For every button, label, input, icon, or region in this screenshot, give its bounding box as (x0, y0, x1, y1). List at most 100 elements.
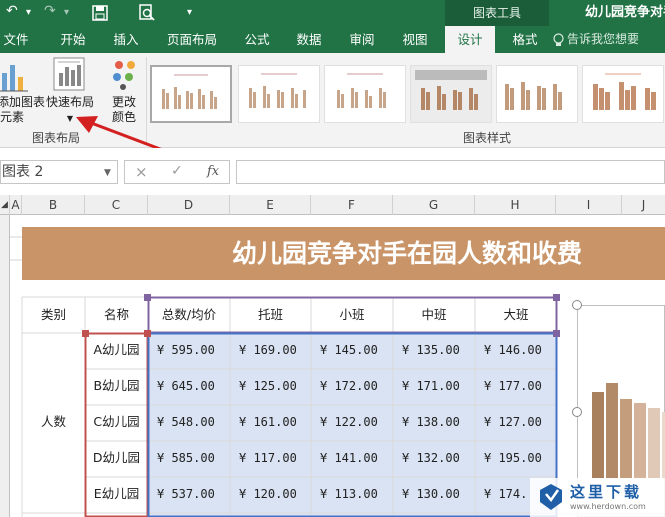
formula-bar: 图表 2 ▼ × ✓ fx (0, 148, 665, 195)
change-colors-label: 更改 (111, 95, 136, 109)
enter-icon[interactable]: ✓ (171, 163, 183, 179)
window-title: 幼儿园竞争对手 (585, 5, 665, 20)
header-small[interactable]: 小班 (311, 297, 393, 333)
quick-layout-label: 快速布局 (45, 95, 94, 109)
redo-dropdown-icon[interactable]: ▾ (64, 7, 69, 18)
title-bar: ↶ ▾ ↷ ▾ ▾ 图表工具 幼儿园竞争对手 (0, 0, 665, 26)
value-cell[interactable]: ¥ 141.00 (320, 441, 393, 475)
value-cell[interactable]: ¥ 645.00 (157, 369, 230, 403)
chart-bar (620, 398, 632, 478)
column-header-j[interactable]: J (622, 195, 665, 215)
header-large[interactable]: 大班 (475, 297, 557, 333)
chart-bar (606, 383, 618, 478)
chart-style-thumb-6[interactable] (582, 65, 664, 123)
tab-formulas[interactable]: 公式 (236, 26, 278, 53)
insert-function-icon[interactable]: fx (207, 164, 219, 179)
tab-format[interactable]: 格式 (504, 26, 546, 53)
value-cell[interactable]: ¥ 146.00 (484, 333, 557, 367)
column-header-a[interactable]: A (10, 195, 22, 215)
header-toddler[interactable]: 托班 (230, 297, 311, 333)
tab-home[interactable]: 开始 (52, 26, 94, 53)
add-chart-element-label: 添加图表 (0, 95, 46, 109)
tab-data[interactable]: 数据 (288, 26, 330, 53)
value-cell[interactable]: ¥ 125.00 (239, 369, 311, 403)
header-name[interactable]: 名称 (85, 297, 148, 333)
worksheet-grid[interactable]: 幼儿园竞争对手在园人数和收费 类别 名称 总数/均价 托班 小班 中班 大班 人… (0, 215, 665, 517)
chart-bar (648, 407, 660, 478)
value-cell[interactable]: ¥ 135.00 (402, 333, 475, 367)
value-cell[interactable]: ¥ 138.00 (402, 405, 475, 439)
print-preview-icon[interactable] (138, 4, 156, 22)
name-box[interactable]: 图表 2 (0, 160, 118, 184)
tab-page-layout[interactable]: 页面布局 (160, 26, 224, 53)
chart-style-preview (593, 73, 656, 110)
tab-design[interactable]: 设计 (445, 26, 495, 53)
tell-me-search[interactable]: 告诉我您想要 (567, 26, 639, 53)
undo-dropdown-icon[interactable]: ▾ (26, 7, 31, 18)
header-total[interactable]: 总数/均价 (148, 297, 230, 333)
watermark-url: www.herdown.com (570, 502, 646, 511)
add-chart-element-button[interactable]: 添加图表 元素 (0, 57, 46, 125)
value-cell[interactable]: ¥ 595.00 (157, 333, 230, 367)
value-cell[interactable]: ¥ 113.00 (320, 477, 393, 511)
tab-file[interactable]: 文件 (0, 26, 32, 53)
tab-view[interactable]: 视图 (394, 26, 436, 53)
chart-style-thumb-5[interactable] (496, 65, 578, 123)
save-icon[interactable] (92, 5, 108, 21)
value-cell[interactable]: ¥ 145.00 (320, 333, 393, 367)
value-cell[interactable]: ¥ 537.00 (157, 477, 230, 511)
value-cell[interactable]: ¥ 172.00 (320, 369, 393, 403)
kindergarten-name-cell[interactable]: E幼儿园 (85, 477, 148, 511)
watermark-text: 这里下载 (570, 483, 643, 501)
name-box-dropdown-icon[interactable]: ▼ (104, 168, 111, 178)
cancel-icon[interactable]: × (135, 163, 148, 181)
value-cell[interactable]: ¥ 122.00 (320, 405, 393, 439)
column-header-d[interactable]: D (148, 195, 230, 215)
value-cell[interactable]: ¥ 195.00 (484, 441, 557, 475)
kindergarten-name-cell[interactable]: B幼儿园 (85, 369, 148, 403)
chart-style-thumb-3[interactable] (324, 65, 406, 123)
chart-plot-area (592, 368, 665, 478)
value-cell[interactable]: ¥ 117.00 (239, 441, 311, 475)
value-cell[interactable]: ¥ 127.00 (484, 405, 557, 439)
redo-icon[interactable]: ↷ (44, 3, 56, 19)
tab-review[interactable]: 审阅 (341, 26, 383, 53)
chart-resize-handle[interactable] (572, 300, 582, 310)
header-middle[interactable]: 中班 (393, 297, 475, 333)
chart-bar (592, 392, 604, 478)
kindergarten-name-cell[interactable]: D幼儿园 (85, 441, 148, 475)
column-header-h[interactable]: H (475, 195, 556, 215)
watermark-logo (540, 484, 562, 510)
column-header-f[interactable]: F (311, 195, 393, 215)
watermark: 这里下载 www.herdown.com (530, 478, 665, 517)
column-header-c[interactable]: C (85, 195, 148, 215)
value-cell[interactable]: ¥ 130.00 (402, 477, 475, 511)
undo-icon[interactable]: ↶ (6, 3, 18, 19)
category-cell[interactable]: 人数 (22, 405, 85, 439)
header-category[interactable]: 类别 (22, 297, 85, 333)
excel-window: ↶ ▾ ↷ ▾ ▾ 图表工具 幼儿园竞争对手 文件 开始 插入 页面布局 公式 … (0, 0, 665, 517)
value-cell[interactable]: ¥ 161.00 (239, 405, 311, 439)
value-cell[interactable]: ¥ 177.00 (484, 369, 557, 403)
value-cell[interactable]: ¥ 120.00 (239, 477, 311, 511)
value-cell[interactable]: ¥ 169.00 (239, 333, 311, 367)
kindergarten-name-cell[interactable]: C幼儿园 (85, 405, 148, 439)
quick-layout-icon (53, 57, 85, 91)
select-all-corner[interactable]: ◢ (0, 195, 10, 215)
value-cell[interactable]: ¥ 548.00 (157, 405, 230, 439)
column-header-i[interactable]: I (556, 195, 622, 215)
value-cell[interactable]: ¥ 132.00 (402, 441, 475, 475)
chart-style-thumb-4[interactable] (410, 65, 492, 123)
value-cell[interactable]: ¥ 585.00 (157, 441, 230, 475)
formula-input[interactable] (236, 160, 665, 184)
column-header-b[interactable]: B (22, 195, 85, 215)
tab-insert[interactable]: 插入 (105, 26, 147, 53)
column-headers: ◢ A B C D E F G H I J (0, 195, 665, 215)
chart-resize-handle[interactable] (572, 407, 582, 417)
column-header-g[interactable]: G (393, 195, 475, 215)
kindergarten-name-cell[interactable]: A幼儿园 (85, 333, 148, 367)
customize-toolbar-icon[interactable]: ▾ (187, 7, 192, 18)
add-chart-element-label-2: 元素 (0, 110, 24, 124)
column-header-e[interactable]: E (230, 195, 311, 215)
value-cell[interactable]: ¥ 171.00 (402, 369, 475, 403)
